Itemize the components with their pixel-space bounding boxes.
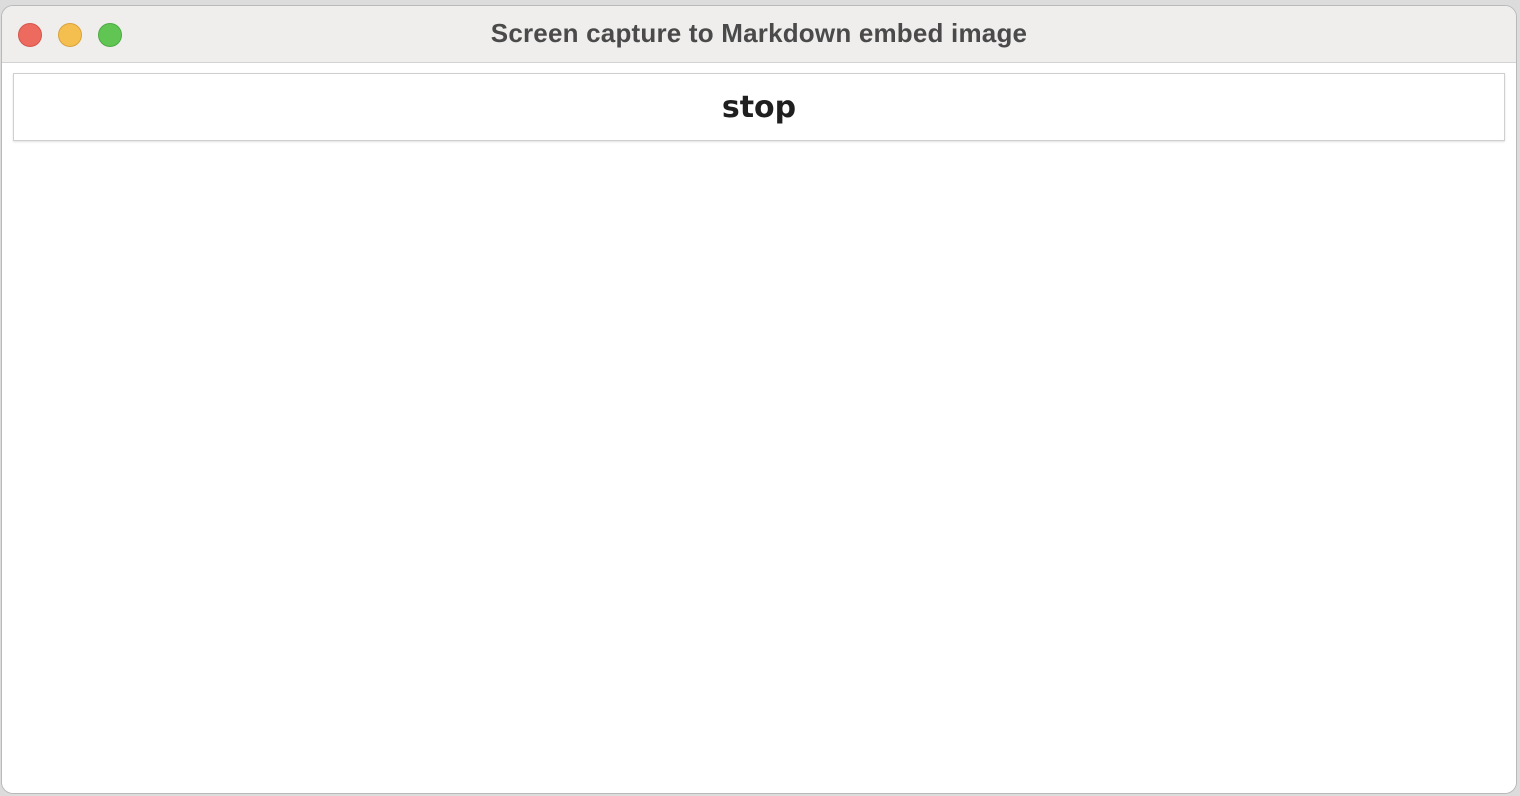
app-window: Screen capture to Markdown embed image s…: [1, 5, 1517, 794]
stop-button[interactable]: stop: [13, 73, 1505, 141]
title-bar[interactable]: Screen capture to Markdown embed image: [2, 6, 1516, 63]
window-title: Screen capture to Markdown embed image: [490, 18, 1028, 48]
window-content: stop: [2, 63, 1516, 793]
